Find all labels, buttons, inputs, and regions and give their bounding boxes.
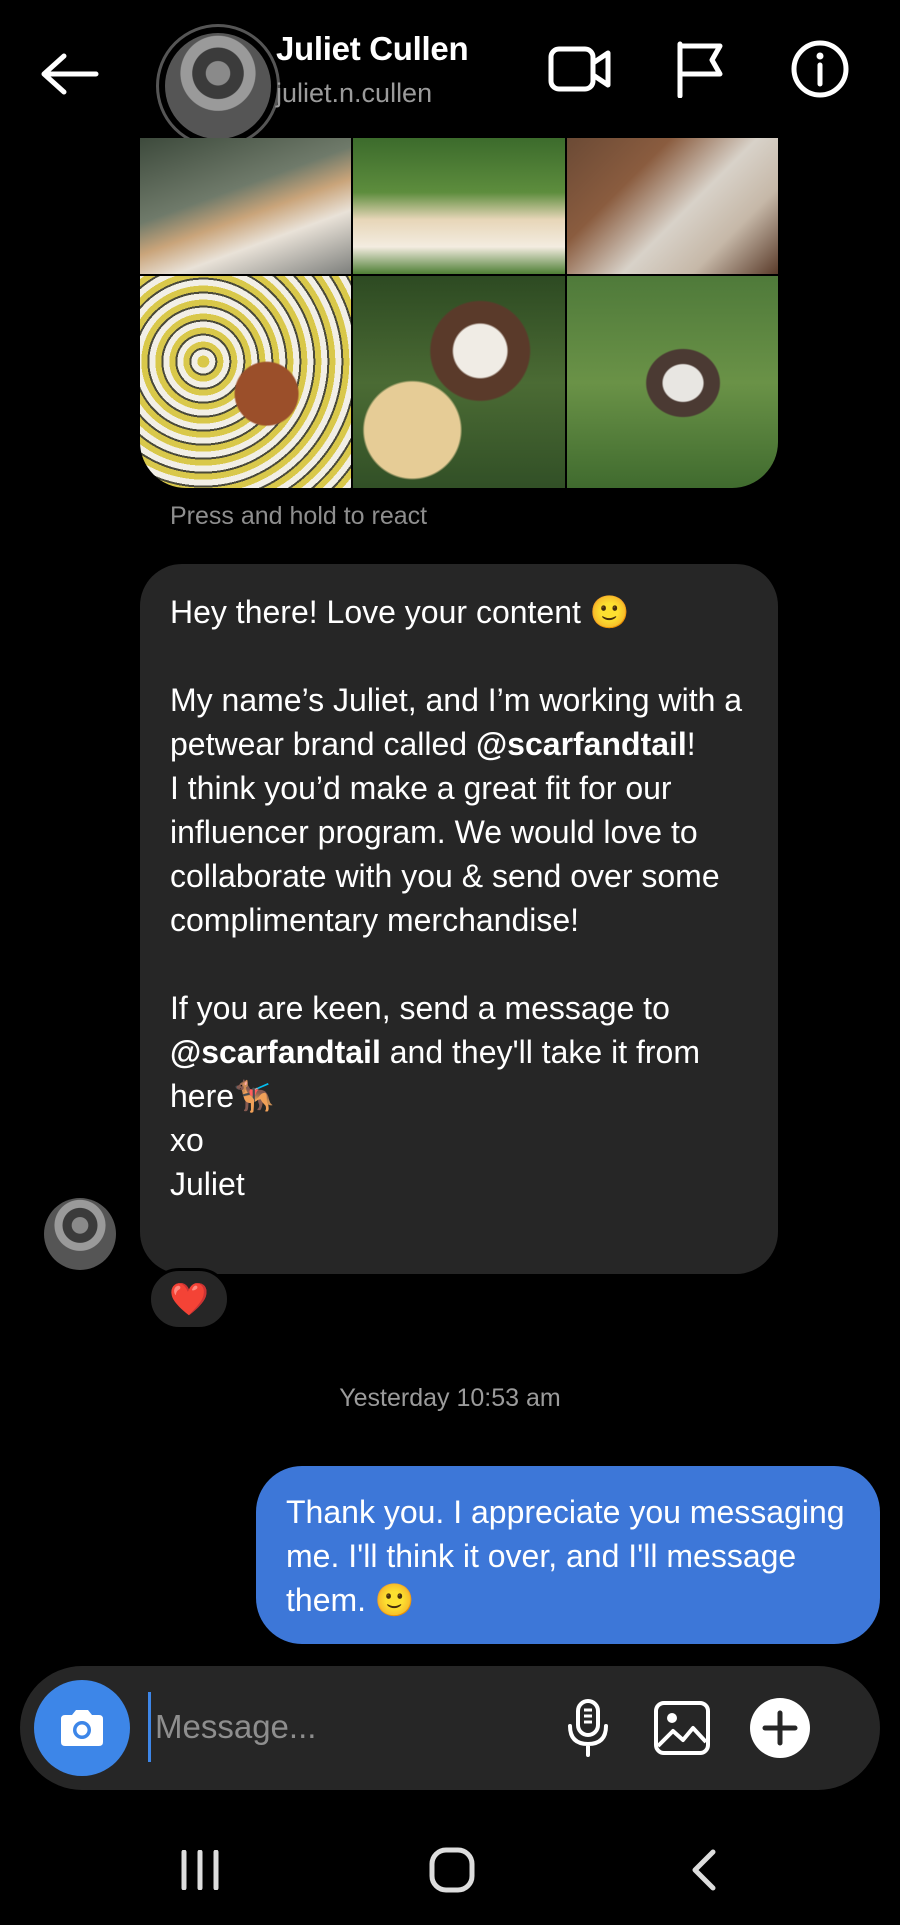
- mention-link[interactable]: @scarfandtail: [476, 726, 687, 762]
- contact-name: Juliet Cullen: [276, 30, 469, 67]
- chat-screen: Juliet Cullen juliet.n.cullen Press and …: [0, 0, 900, 1925]
- back-nav-icon[interactable]: [664, 1838, 744, 1902]
- video-camera-icon[interactable]: [546, 38, 614, 100]
- photo-corgi-puppy[interactable]: [140, 138, 352, 274]
- profile-avatar[interactable]: [156, 24, 280, 148]
- msg-signoff: xo: [170, 1122, 204, 1158]
- outgoing-message-bubble[interactable]: Thank you. I appreciate you messaging me…: [256, 1466, 880, 1644]
- recent-apps-icon[interactable]: [160, 1838, 240, 1902]
- flag-icon[interactable]: [666, 38, 734, 100]
- sender-avatar[interactable]: [44, 1198, 116, 1270]
- message-timestamp: Yesterday 10:53 am: [339, 1384, 561, 1412]
- message-composer: [20, 1666, 880, 1790]
- incoming-message-bubble[interactable]: Hey there! Love your content 🙂 My name’s…: [140, 564, 778, 1274]
- gallery-icon[interactable]: [650, 1696, 714, 1760]
- msg-cta-start: If you are keen, send a message to: [170, 990, 679, 1026]
- microphone-icon[interactable]: [556, 1696, 620, 1760]
- contact-username: juliet.n.cullen: [276, 78, 433, 108]
- msg-greeting: Hey there! Love your content 🙂: [170, 594, 630, 630]
- photo-puppy-bandana[interactable]: [566, 138, 778, 274]
- camera-icon[interactable]: [34, 1680, 130, 1776]
- msg-intro-end: !: [686, 726, 696, 762]
- incoming-message-text: Hey there! Love your content 🙂 My name’s…: [170, 590, 748, 1206]
- message-input[interactable]: [148, 1692, 548, 1762]
- photo-spaniel-cake[interactable]: [353, 276, 565, 488]
- plus-icon[interactable]: [748, 1696, 812, 1760]
- shared-photo-grid[interactable]: [140, 138, 778, 488]
- avatar-image: [165, 33, 271, 139]
- back-arrow-icon[interactable]: [38, 48, 102, 100]
- contact-title[interactable]: Juliet Cullen juliet.n.cullen: [276, 30, 469, 109]
- system-nav-bar: [0, 1808, 900, 1925]
- photo-vizsla-leaves[interactable]: [140, 276, 352, 488]
- heart-reaction[interactable]: ❤️: [148, 1268, 230, 1330]
- outgoing-message-text: Thank you. I appreciate you messaging me…: [286, 1494, 854, 1618]
- msg-pitch: I think you’d make a great fit for our i…: [170, 770, 729, 938]
- chat-header: Juliet Cullen juliet.n.cullen: [0, 0, 900, 148]
- msg-signature: Juliet: [170, 1166, 245, 1202]
- info-icon[interactable]: [786, 38, 854, 100]
- photo-husky-grass[interactable]: [566, 276, 778, 488]
- react-hint: Press and hold to react: [170, 502, 428, 530]
- home-icon[interactable]: [412, 1838, 492, 1902]
- mention-link[interactable]: @scarfandtail: [170, 1034, 381, 1070]
- photo-fluffy-puppy[interactable]: [353, 138, 565, 274]
